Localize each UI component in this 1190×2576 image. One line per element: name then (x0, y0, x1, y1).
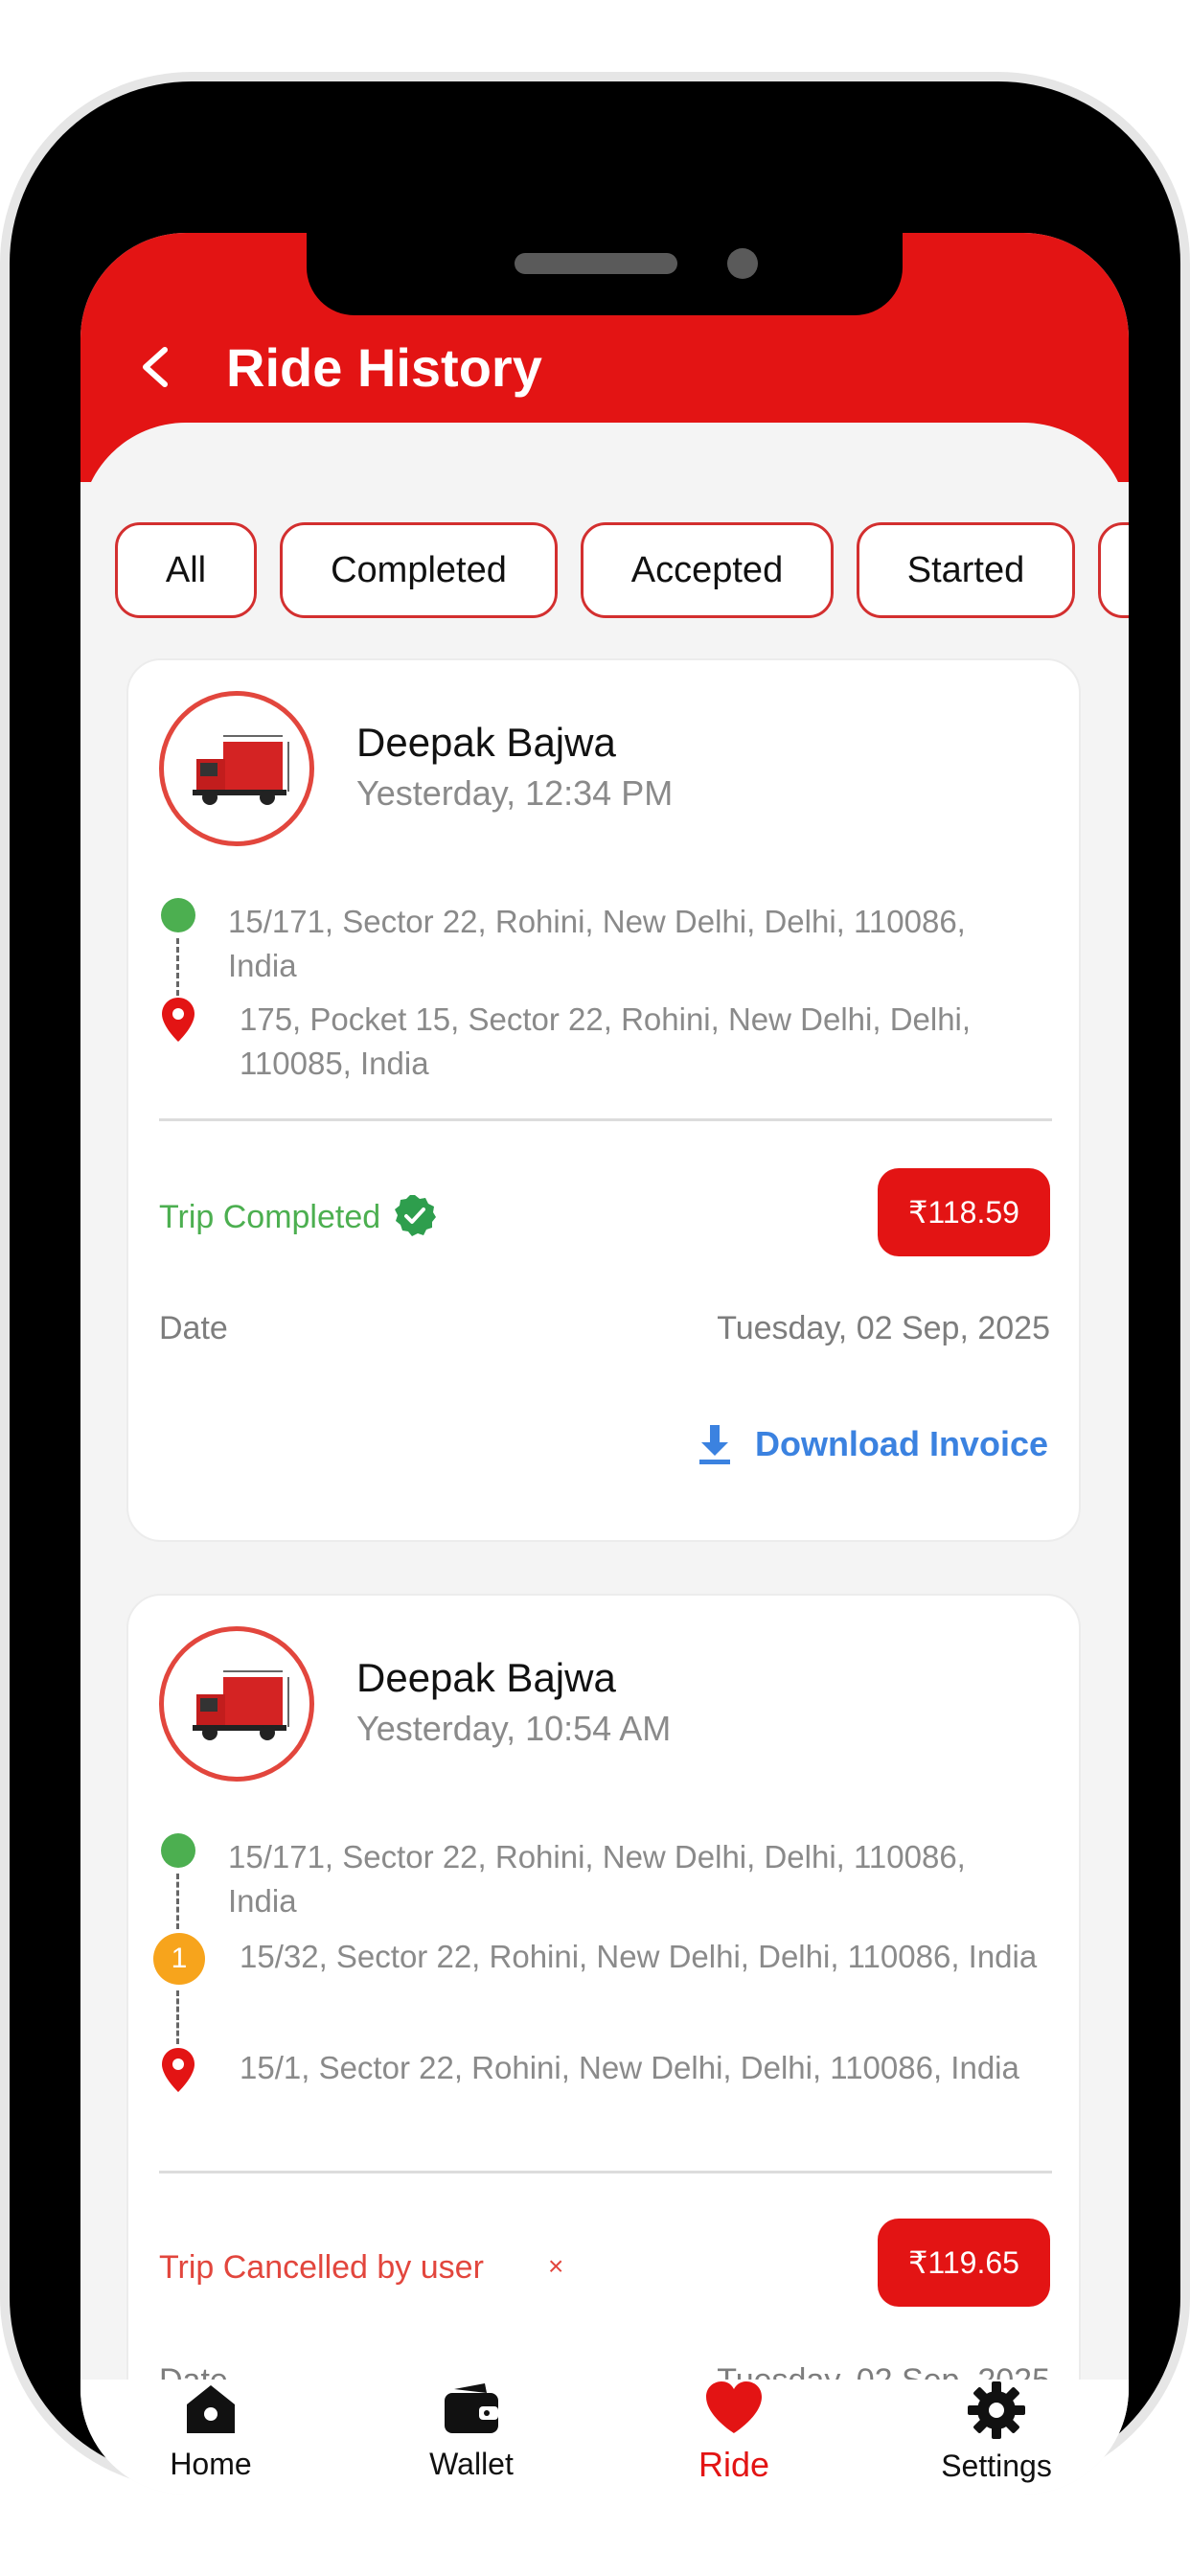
nav-ride-label: Ride (698, 2445, 770, 2484)
nav-settings[interactable]: Settings (910, 2380, 1083, 2495)
drop-address: 15/1, Sector 22, Rohini, New Delhi, Delh… (240, 2050, 1019, 2085)
drop-address: 175, Pocket 15, Sector 22, Rohini, New D… (240, 1001, 972, 1081)
bottom-nav: Home Wallet Ride Settings (80, 2380, 1129, 2495)
ride-time: Yesterday, 12:34 PM (356, 773, 674, 813)
filter-chip-completed[interactable]: Completed (280, 522, 558, 618)
check-badge-icon (395, 1195, 436, 1236)
gear-icon (968, 2381, 1025, 2439)
filter-chip-started[interactable]: Started (857, 522, 1075, 618)
ride-fare: ₹119.65 (878, 2219, 1050, 2307)
speaker (515, 253, 677, 274)
stop-address: 15/32, Sector 22, Rohini, New Delhi, Del… (240, 1939, 1038, 1974)
pickup-address: 15/171, Sector 22, Rohini, New Delhi, De… (228, 1839, 966, 1919)
ride-time: Yesterday, 10:54 AM (356, 1709, 672, 1748)
pickup-dot-icon (161, 898, 195, 932)
back-button[interactable] (119, 329, 195, 405)
page-title: Ride History (226, 337, 542, 398)
ride-fare: ₹118.59 (878, 1168, 1050, 1256)
pickup-address: 15/171, Sector 22, Rohini, New Delhi, De… (228, 904, 966, 983)
filter-chip-all[interactable]: All (115, 522, 257, 618)
ride-date: Tuesday, 02 Sep, 2025 (717, 1310, 1050, 1346)
route-line (176, 1874, 183, 1929)
pickup-dot-icon (161, 1833, 195, 1868)
divider (159, 2171, 1052, 2174)
ride-card[interactable]: Deepak Bajwa Yesterday, 12:34 PM 15/171,… (126, 658, 1081, 1542)
close-icon: × (548, 2251, 564, 2281)
vehicle-avatar (159, 691, 314, 846)
date-label: Date (159, 1310, 228, 1346)
customer-name: Deepak Bajwa (356, 720, 616, 765)
phone-frame: Ride History All Completed Accepted Star… (10, 81, 1180, 2495)
nav-wallet-label: Wallet (429, 2447, 514, 2481)
route-line (176, 938, 183, 996)
ride-card[interactable]: Deepak Bajwa Yesterday, 10:54 AM 1 15/17… (126, 1594, 1081, 2456)
filter-chips: All Completed Accepted Started (115, 522, 1129, 622)
heart-icon (706, 2381, 762, 2433)
divider (159, 1118, 1052, 1121)
download-invoice-label: Download Invoice (754, 1424, 1048, 1463)
filter-chip-more[interactable] (1098, 522, 1129, 618)
nav-wallet[interactable]: Wallet (385, 2380, 558, 2495)
download-invoice-button[interactable]: Download Invoice (698, 1423, 1048, 1465)
nav-settings-label: Settings (941, 2449, 1052, 2483)
stop-number-badge: 1 (153, 1933, 205, 1985)
customer-name: Deepak Bajwa (356, 1655, 616, 1700)
route-line (176, 1990, 183, 2044)
drop-pin-icon (162, 998, 195, 1042)
nav-home-label: Home (170, 2447, 252, 2481)
nav-ride[interactable]: Ride (648, 2380, 820, 2495)
device-notch (307, 233, 903, 315)
truck-icon (193, 735, 289, 805)
filter-chip-accepted[interactable]: Accepted (581, 522, 834, 618)
download-icon (698, 1425, 730, 1464)
vehicle-avatar (159, 1626, 314, 1782)
app-screen: Ride History All Completed Accepted Star… (80, 233, 1129, 2495)
drop-pin-icon (162, 2048, 195, 2092)
home-icon (187, 2385, 235, 2433)
nav-home[interactable]: Home (125, 2380, 297, 2495)
header-curve (80, 423, 1129, 538)
trip-status: Trip Completed (159, 1199, 381, 1235)
trip-status: Trip Cancelled by user (159, 2249, 484, 2286)
chevron-left-icon (143, 347, 168, 387)
wallet-icon (445, 2383, 498, 2433)
camera (727, 248, 758, 279)
truck-icon (193, 1670, 289, 1740)
